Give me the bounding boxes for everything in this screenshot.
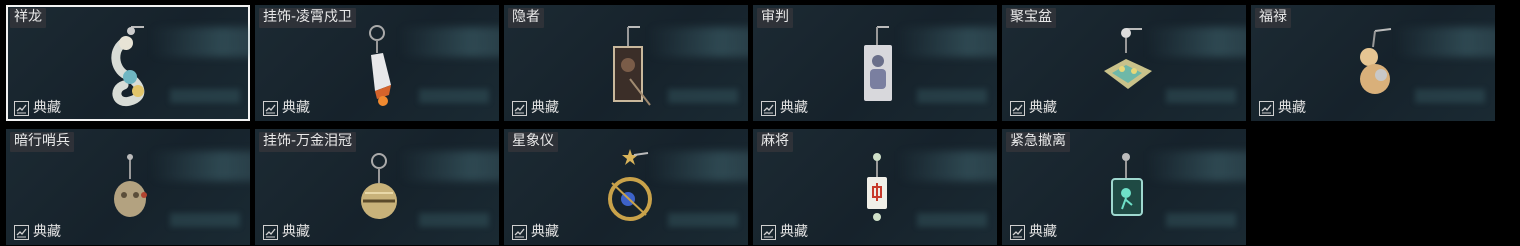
charm-card-gourd[interactable]: 福禄 典藏 [1251, 5, 1495, 121]
charm-name: 挂饰-凌霄戍卫 [259, 8, 357, 28]
charm-name: 祥龙 [10, 8, 46, 28]
collection-icon [263, 100, 278, 116]
collection-icon [512, 224, 527, 240]
rarity-tag: 典藏 [1010, 224, 1057, 240]
rarity-tag: 典藏 [263, 100, 310, 116]
charm-name: 麻将 [757, 132, 793, 152]
dragon-charm-icon [111, 26, 145, 107]
exit-sign-charm-icon [1111, 153, 1143, 216]
collection-icon [1010, 224, 1025, 240]
charm-card-hermit[interactable]: 隐者 典藏 [504, 5, 748, 121]
rarity-label: 典藏 [531, 100, 559, 116]
judgement-card-charm-icon [864, 26, 892, 101]
rarity-label: 典藏 [282, 100, 310, 116]
charm-name: 星象仪 [508, 132, 558, 152]
rarity-tag: 典藏 [1010, 100, 1057, 116]
rarity-label: 典藏 [780, 224, 808, 240]
collection-icon [512, 100, 527, 116]
rarity-tag: 典藏 [14, 100, 61, 116]
hermit-card-charm-icon [613, 26, 651, 106]
rarity-label: 典藏 [33, 100, 61, 116]
rarity-label: 典藏 [33, 224, 61, 240]
charm-collection-grid: 祥龙 典藏 挂饰-凌霄戍卫 典藏 隐者 典藏 审判 典藏 聚宝盆 典藏 福禄 典… [6, 5, 1506, 245]
charm-card-treasure-bowl[interactable]: 聚宝盆 典藏 [1002, 5, 1246, 121]
collection-icon [14, 224, 29, 240]
charm-card-golden-crown[interactable]: 挂饰-万金泪冠 典藏 [255, 129, 499, 245]
collection-icon [14, 100, 29, 116]
rarity-label: 典藏 [531, 224, 559, 240]
charm-name: 暗行哨兵 [10, 132, 74, 152]
rarity-tag: 典藏 [14, 224, 61, 240]
collection-icon [761, 224, 776, 240]
rarity-label: 典藏 [1029, 100, 1057, 116]
rarity-tag: 典藏 [512, 224, 559, 240]
rarity-label: 典藏 [1029, 224, 1057, 240]
charm-card-astrolabe[interactable]: 星象仪 典藏 [504, 129, 748, 245]
charm-card-dragon[interactable]: 祥龙 典藏 [6, 5, 250, 121]
charm-name: 福禄 [1255, 8, 1291, 28]
mahjong-tile-charm-icon [867, 153, 887, 221]
charm-name: 紧急撤离 [1006, 132, 1070, 152]
rarity-label: 典藏 [282, 224, 310, 240]
rarity-label: 典藏 [780, 100, 808, 116]
rarity-tag: 典藏 [512, 100, 559, 116]
rarity-label: 典藏 [1278, 100, 1306, 116]
charm-name: 审判 [757, 8, 793, 28]
collection-icon [1010, 100, 1025, 116]
charm-name: 聚宝盆 [1006, 8, 1056, 28]
charm-card-exit-sign[interactable]: 紧急撤离 典藏 [1002, 129, 1246, 245]
gourd-charm-icon [1360, 28, 1392, 94]
rarity-tag: 典藏 [1259, 100, 1306, 116]
rarity-tag: 典藏 [761, 100, 808, 116]
rarity-tag: 典藏 [263, 224, 310, 240]
treasure-bowl-charm-icon [1104, 28, 1152, 89]
charm-card-sentinel[interactable]: 暗行哨兵 典藏 [6, 129, 250, 245]
rarity-tag: 典藏 [761, 224, 808, 240]
collection-icon [1259, 100, 1274, 116]
charm-name: 挂饰-万金泪冠 [259, 132, 357, 152]
charm-name: 隐者 [508, 8, 544, 28]
rocket-charm-icon [369, 25, 391, 106]
charm-card-mahjong[interactable]: 麻将 典藏 [753, 129, 997, 245]
astrolabe-charm-icon [608, 149, 652, 221]
collection-icon [263, 224, 278, 240]
sentinel-charm-icon [114, 154, 147, 217]
charm-card-rocket[interactable]: 挂饰-凌霄戍卫 典藏 [255, 5, 499, 121]
charm-card-judgement[interactable]: 审判 典藏 [753, 5, 997, 121]
golden-crown-charm-icon [361, 153, 397, 219]
collection-icon [761, 100, 776, 116]
